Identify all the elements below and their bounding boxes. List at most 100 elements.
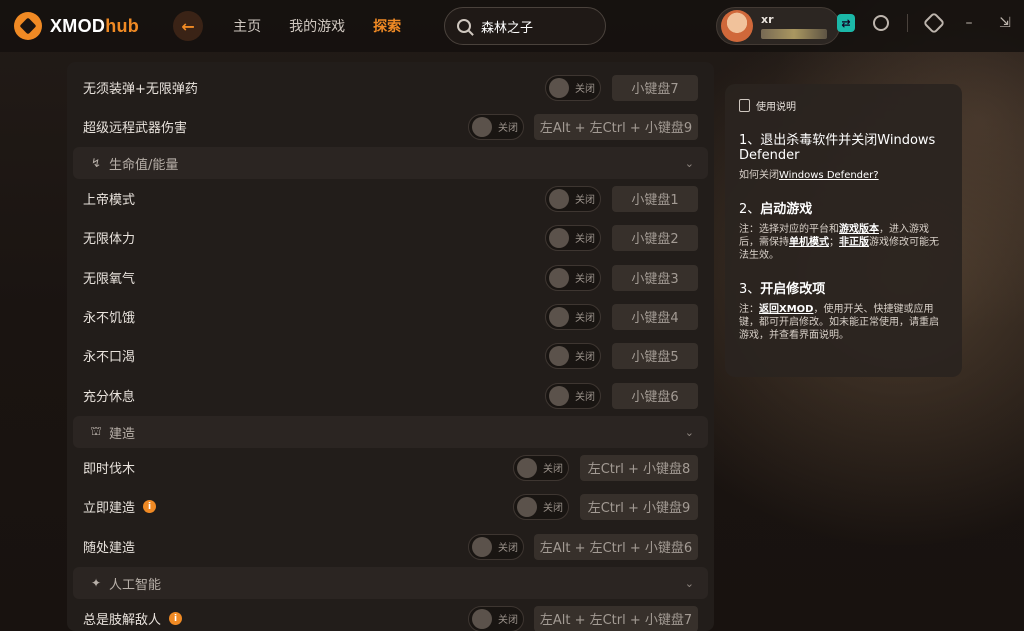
- step-number: 3、: [739, 282, 761, 297]
- user-id-redacted: [761, 29, 827, 39]
- document-icon: [739, 99, 750, 112]
- back-button[interactable]: ←: [173, 11, 204, 41]
- hotkey-button[interactable]: 小键盘6: [612, 382, 698, 409]
- section-ai[interactable]: ✦ 人工智能 ⌄: [73, 567, 708, 599]
- toggle-state: 关闭: [498, 543, 518, 554]
- app-logo[interactable]: XMODhub: [14, 12, 139, 40]
- search-box[interactable]: [444, 7, 606, 45]
- toggle-switch[interactable]: 关闭: [513, 493, 569, 520]
- hotkey-button[interactable]: 小键盘1: [612, 185, 698, 212]
- toggle-switch[interactable]: 关闭: [545, 303, 601, 330]
- section-title: 人工智能: [109, 577, 162, 593]
- cheat-label: 永不口渴: [83, 350, 136, 365]
- windows-defender-link[interactable]: Windows Defender?: [779, 170, 879, 181]
- toggle-switch[interactable]: 关闭: [545, 264, 601, 291]
- minimize-icon[interactable]: –: [960, 14, 978, 32]
- cheat-row: 总是肢解敌人 i 关闭 左Alt + 左Ctrl + 小键盘7: [67, 599, 714, 631]
- hotkey-button[interactable]: 左Alt + 左Ctrl + 小键盘9: [534, 113, 698, 140]
- main-nav: 主页 我的游戏 探索: [233, 16, 401, 36]
- cheat-label: 立即建造: [83, 501, 136, 516]
- xmod-logo-icon: [14, 12, 42, 40]
- cheat-label: 上帝模式: [83, 193, 136, 208]
- toggle-switch[interactable]: 关闭: [545, 382, 601, 409]
- hotkey-button[interactable]: 小键盘5: [612, 342, 698, 369]
- hotkey-button[interactable]: 左Ctrl + 小键盘8: [580, 454, 698, 481]
- toggle-knob: [549, 306, 569, 327]
- cheat-label: 超级远程武器伤害: [83, 121, 188, 136]
- collapse-icon[interactable]: ⇲: [996, 14, 1014, 32]
- note-highlight: 返回XMOD: [759, 304, 814, 315]
- toggle-switch[interactable]: 关闭: [545, 224, 601, 251]
- note-text: 注：选择对应的平台和: [739, 224, 839, 235]
- hotkey-button[interactable]: 小键盘3: [612, 264, 698, 291]
- hotkey-button[interactable]: 小键盘7: [612, 74, 698, 101]
- cheat-label: 即时伐木: [83, 462, 136, 477]
- toggle-switch[interactable]: 关闭: [545, 74, 601, 101]
- info-icon[interactable]: i: [169, 612, 183, 625]
- cheat-label: 永不饥饿: [83, 311, 136, 326]
- toggle-knob: [549, 227, 569, 248]
- toggle-state: 关闭: [498, 123, 518, 134]
- search-input[interactable]: [481, 18, 591, 34]
- hotkey-button[interactable]: 左Alt + 左Ctrl + 小键盘6: [534, 533, 698, 560]
- guide-step-3: 3、开启修改项 注：返回XMOD，使用开关、快捷键或应用键，都可开启修改。如未能…: [739, 282, 948, 342]
- hotkey-button[interactable]: 左Ctrl + 小键盘9: [580, 493, 698, 520]
- toggle-switch[interactable]: 关闭: [468, 113, 524, 140]
- cheat-label-with-info: 总是肢解敌人 i: [83, 609, 183, 628]
- chevron-down-icon: ⌄: [684, 156, 694, 170]
- nav-explore[interactable]: 探索: [373, 16, 401, 36]
- note-highlight: 单机模式: [789, 237, 829, 248]
- toggle-state: 关闭: [543, 503, 563, 514]
- toggle-switch[interactable]: 关闭: [468, 605, 524, 631]
- toggle-switch[interactable]: 关闭: [513, 454, 569, 481]
- cheat-row: 无限氧气 关闭 小键盘3: [67, 258, 714, 297]
- step-note: 如何关闭Windows Defender?: [739, 169, 948, 182]
- toggle-switch[interactable]: 关闭: [545, 185, 601, 212]
- note-highlight: 游戏版本: [839, 224, 879, 235]
- toggle-knob: [549, 77, 569, 98]
- section-title: 生命值/能量: [109, 157, 179, 173]
- cheat-row: 立即建造 i 关闭 左Ctrl + 小键盘9: [67, 487, 714, 526]
- toggle-knob: [549, 385, 569, 406]
- hotkey-button[interactable]: 小键盘2: [612, 224, 698, 251]
- guide-title: 使用说明: [756, 102, 796, 113]
- usage-guide-panel: 使用说明 1、退出杀毒软件并关闭Windows Defender 如何关闭Win…: [725, 84, 962, 377]
- toggle-switch[interactable]: 关闭: [545, 342, 601, 369]
- step-title: 2、启动游戏: [739, 202, 948, 217]
- toggle-knob: [549, 188, 569, 209]
- cheat-label-with-info: 立即建造 i: [83, 497, 157, 516]
- step-title: 1、退出杀毒软件并关闭Windows Defender: [739, 133, 936, 163]
- hotkey-button[interactable]: 左Alt + 左Ctrl + 小键盘7: [534, 605, 698, 631]
- note-text: 如何关闭: [739, 170, 779, 181]
- support-icon[interactable]: [873, 15, 889, 31]
- logo-text: XMODhub: [50, 15, 140, 36]
- toggle-state: 关闭: [498, 615, 518, 626]
- ai-icon: ✦: [90, 576, 102, 590]
- settings-icon[interactable]: [922, 11, 946, 35]
- divider: [907, 14, 908, 32]
- toggle-knob: [517, 496, 537, 517]
- toggle-state: 关闭: [575, 392, 595, 403]
- note-highlight: 非正版: [839, 237, 869, 248]
- user-menu[interactable]: xr: [716, 7, 840, 45]
- cheat-row: 即时伐木 关闭 左Ctrl + 小键盘8: [67, 448, 714, 487]
- nav-home[interactable]: 主页: [233, 16, 261, 36]
- toggle-state: 关闭: [575, 274, 595, 285]
- hotkey-button[interactable]: 小键盘4: [612, 303, 698, 330]
- cheat-row: 随处建造 关闭 左Alt + 左Ctrl + 小键盘6: [67, 527, 714, 566]
- info-icon[interactable]: i: [143, 500, 157, 513]
- toggle-knob: [472, 608, 492, 629]
- section-health-energy[interactable]: ↯ 生命值/能量 ⌄: [73, 147, 708, 179]
- step-heading: 开启修改项: [760, 282, 826, 297]
- toggle-switch[interactable]: 关闭: [468, 533, 524, 560]
- switch-icon[interactable]: ⇄: [837, 14, 855, 32]
- section-building[interactable]: ⛫ 建造 ⌄: [73, 416, 708, 448]
- cheat-label: 总是肢解敌人: [83, 613, 162, 628]
- nav-my-games[interactable]: 我的游戏: [289, 16, 345, 36]
- cheat-label: 充分休息: [83, 390, 136, 405]
- toggle-knob: [472, 116, 492, 137]
- step-note: 注：选择对应的平台和游戏版本，进入游戏后，需保持单机模式；非正版游戏修改可能无法…: [739, 223, 948, 262]
- cheat-list: 无须装弹+无限弹药 关闭 小键盘7 超级远程武器伤害 关闭 左Alt + 左Ct…: [67, 62, 714, 631]
- step-heading: 启动游戏: [760, 202, 813, 217]
- step-number: 2、: [739, 202, 761, 217]
